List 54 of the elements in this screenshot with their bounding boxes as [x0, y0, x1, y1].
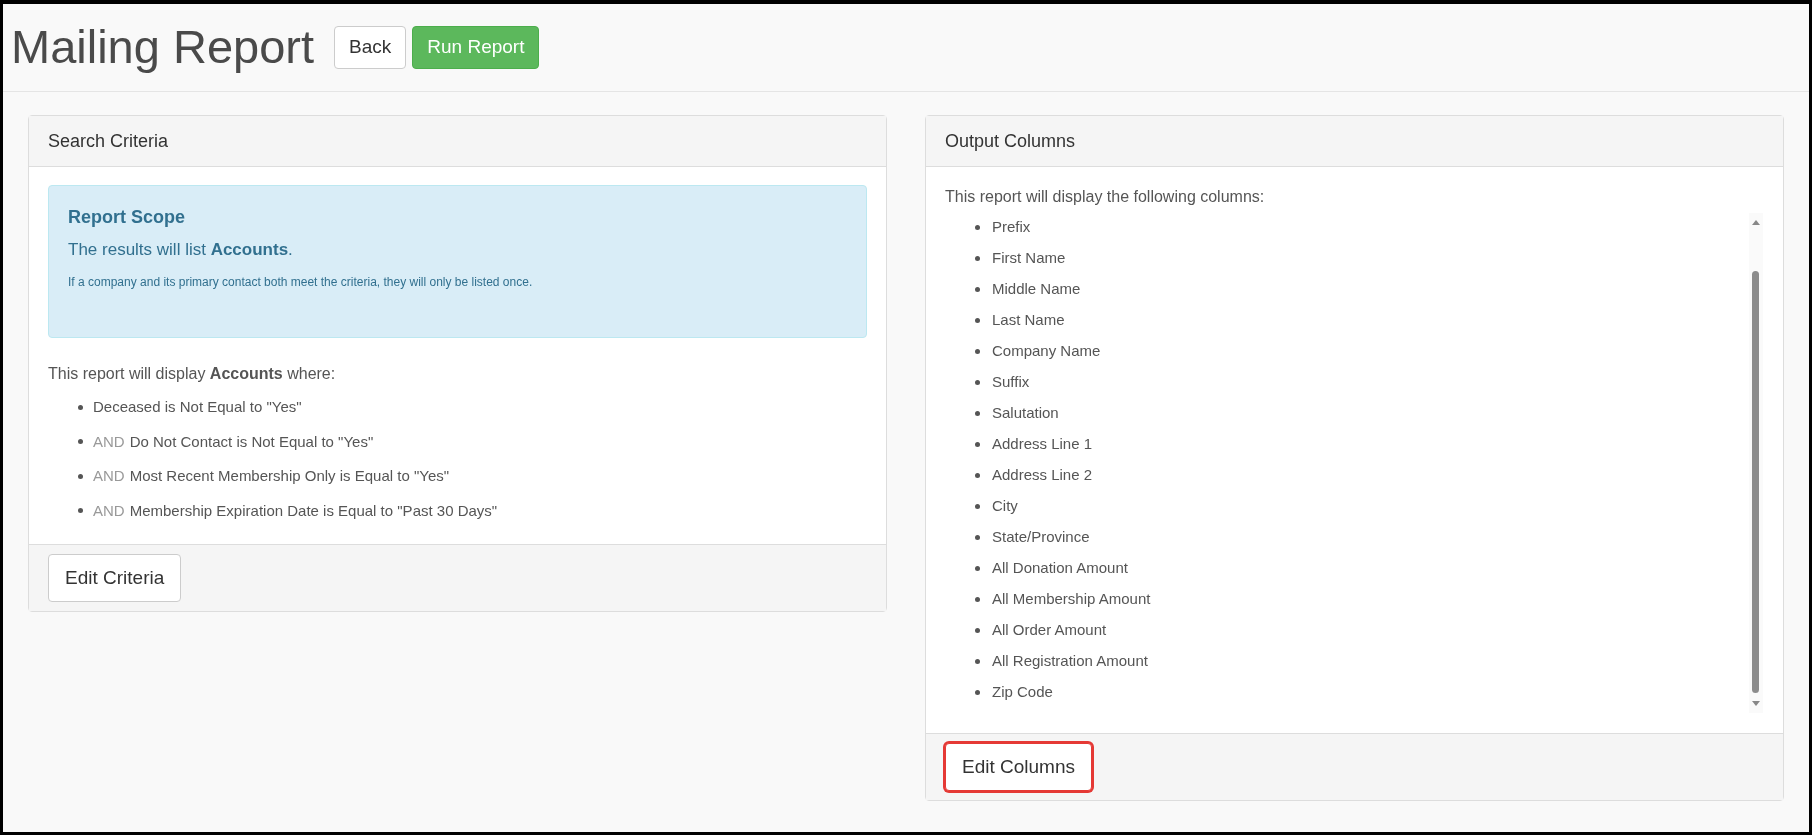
bullet-icon	[975, 255, 980, 261]
criteria-intro: This report will display Accounts where:	[48, 364, 337, 384]
alert-heading: Report Scope	[68, 206, 186, 229]
column-name: Address Line 2	[992, 464, 1093, 485]
bullet-icon	[975, 596, 980, 602]
column-name: Suffix	[992, 371, 1030, 392]
column-name: All Order Amount	[992, 619, 1107, 640]
connector-label: AND	[93, 500, 125, 521]
column-name: City	[992, 495, 1018, 516]
bullet-icon	[78, 473, 83, 479]
condition-text: Deceased is Not Equal to "Yes"	[93, 397, 302, 417]
bullet-icon	[975, 317, 980, 323]
bullet-icon	[975, 379, 980, 385]
column-name: Salutation	[992, 402, 1059, 423]
column-name: State/Province	[992, 526, 1090, 547]
back-button[interactable]: Back	[334, 26, 407, 69]
bullet-icon	[78, 508, 83, 514]
column-name: First Name	[992, 247, 1066, 268]
bullet-icon	[975, 472, 980, 478]
column-name: All Donation Amount	[992, 557, 1128, 578]
bullet-icon	[975, 286, 980, 292]
edit-criteria-button[interactable]: Edit Criteria	[48, 553, 182, 603]
bullet-icon	[975, 224, 980, 230]
bullet-icon	[975, 534, 980, 540]
column-name: All Membership Amount	[992, 588, 1151, 609]
bullet-icon	[975, 689, 980, 695]
column-name: All Registration Amount	[992, 650, 1148, 671]
bullet-icon	[975, 410, 980, 416]
columns-intro: This report will display the following columns:	[945, 187, 1266, 207]
condition-text: Membership Expiration Date is Equal to "Past 30 Days"	[129, 500, 498, 521]
condition-text: Do Not Contact is Not Equal to "Yes"	[129, 431, 374, 452]
bullet-icon	[975, 503, 980, 509]
bullet-icon	[78, 404, 83, 410]
condition-text: Most Recent Membership Only is Equal to "Yes"	[129, 466, 450, 486]
column-name: Address Line 1	[992, 433, 1093, 454]
panel-title: Output Columns	[945, 129, 1076, 153]
bullet-icon	[975, 565, 980, 571]
alert-text: The results will list Accounts.	[68, 239, 293, 261]
column-name: Prefix	[992, 216, 1031, 237]
panel-title: Search Criteria	[48, 129, 169, 153]
column-name: Company Name	[992, 340, 1101, 361]
connector-label: AND	[93, 466, 125, 486]
column-name: Zip Code	[992, 681, 1053, 702]
column-name: Middle Name	[992, 278, 1081, 299]
column-name: Last Name	[992, 309, 1065, 330]
edit-columns-button[interactable]: Edit Columns	[945, 742, 1092, 792]
alert-note: If a company and its primary contact both meet the criteria, they will only be listed once.	[68, 273, 533, 291]
bullet-icon	[78, 439, 83, 445]
bullet-icon	[975, 441, 980, 447]
page-title: Mailing Report	[11, 19, 315, 76]
bullet-icon	[975, 627, 980, 633]
bullet-icon	[975, 348, 980, 354]
bullet-icon	[975, 658, 980, 664]
connector-label: AND	[93, 431, 125, 452]
